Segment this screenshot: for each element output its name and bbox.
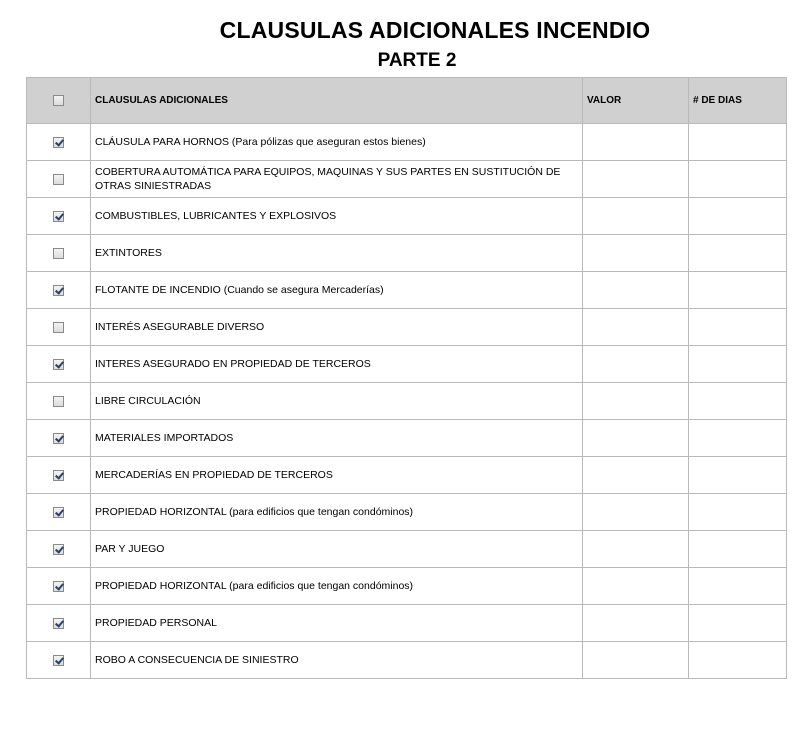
row-checkbox-cell xyxy=(26,308,91,346)
row-checkbox-cell xyxy=(26,567,91,605)
row-checkbox[interactable] xyxy=(53,617,64,629)
clause-label: MERCADERÍAS EN PROPIEDAD DE TERCEROS xyxy=(90,456,583,494)
clause-label: CLÁUSULA PARA HORNOS (Para pólizas que a… xyxy=(90,123,583,161)
valor-cell[interactable] xyxy=(582,234,689,272)
table-row: ROBO A CONSECUENCIA DE SINIESTRO xyxy=(26,641,787,679)
valor-cell[interactable] xyxy=(582,530,689,568)
table-row: EXTINTORES xyxy=(26,234,787,272)
row-checkbox[interactable] xyxy=(53,358,64,370)
table-row: INTERES ASEGURADO EN PROPIEDAD DE TERCER… xyxy=(26,345,787,383)
header-clausulas: CLAUSULAS ADICIONALES xyxy=(90,77,583,124)
table-row: PAR Y JUEGO xyxy=(26,530,787,568)
dias-cell[interactable] xyxy=(688,234,787,272)
table-row: LIBRE CIRCULACIÓN xyxy=(26,382,787,420)
row-checkbox[interactable] xyxy=(53,580,64,592)
valor-cell[interactable] xyxy=(582,493,689,531)
table-row: PROPIEDAD HORIZONTAL (para edificios que… xyxy=(26,567,787,605)
clause-label: FLOTANTE DE INCENDIO (Cuando se asegura … xyxy=(90,271,583,309)
valor-cell[interactable] xyxy=(582,567,689,605)
row-checkbox[interactable] xyxy=(53,432,64,444)
valor-cell[interactable] xyxy=(582,123,689,161)
dias-cell[interactable] xyxy=(688,530,787,568)
row-checkbox-cell xyxy=(26,530,91,568)
row-checkbox-cell xyxy=(26,456,91,494)
row-checkbox-cell xyxy=(26,123,91,161)
valor-cell[interactable] xyxy=(582,604,689,642)
clauses-table: CLAUSULAS ADICIONALES VALOR # DE DIAS CL… xyxy=(26,77,787,679)
valor-cell[interactable] xyxy=(582,271,689,309)
table-row: FLOTANTE DE INCENDIO (Cuando se asegura … xyxy=(26,271,787,309)
clause-label: EXTINTORES xyxy=(90,234,583,272)
row-checkbox[interactable] xyxy=(53,136,64,148)
table-row: INTERÉS ASEGURABLE DIVERSO xyxy=(26,308,787,346)
row-checkbox[interactable] xyxy=(53,284,64,296)
valor-cell[interactable] xyxy=(582,197,689,235)
page-subtitle: PARTE 2 xyxy=(377,50,457,71)
table-row: CLÁUSULA PARA HORNOS (Para pólizas que a… xyxy=(26,123,787,161)
clause-label: PROPIEDAD PERSONAL xyxy=(90,604,583,642)
dias-cell[interactable] xyxy=(688,419,787,457)
clause-label: COMBUSTIBLES, LUBRICANTES Y EXPLOSIVOS xyxy=(90,197,583,235)
valor-cell[interactable] xyxy=(582,456,689,494)
header-valor: VALOR xyxy=(582,77,689,124)
table-row: MERCADERÍAS EN PROPIEDAD DE TERCEROS xyxy=(26,456,787,494)
clause-label: PROPIEDAD HORIZONTAL (para edificios que… xyxy=(90,567,583,605)
row-checkbox[interactable] xyxy=(53,247,64,259)
page-title: CLAUSULAS ADICIONALES INCENDIO xyxy=(219,17,651,43)
valor-cell[interactable] xyxy=(582,382,689,420)
row-checkbox[interactable] xyxy=(53,654,64,666)
row-checkbox-cell xyxy=(26,419,91,457)
clause-label: MATERIALES IMPORTADOS xyxy=(90,419,583,457)
row-checkbox-cell xyxy=(26,271,91,309)
clause-label: PAR Y JUEGO xyxy=(90,530,583,568)
header-checkbox-cell xyxy=(26,77,91,124)
row-checkbox[interactable] xyxy=(53,395,64,407)
valor-cell[interactable] xyxy=(582,345,689,383)
clause-label: COBERTURA AUTOMÁTICA PARA EQUIPOS, MAQUI… xyxy=(90,160,583,198)
table-header-row: CLAUSULAS ADICIONALES VALOR # DE DIAS xyxy=(26,77,787,124)
dias-cell[interactable] xyxy=(688,160,787,198)
clause-label: ROBO A CONSECUENCIA DE SINIESTRO xyxy=(90,641,583,679)
select-all-checkbox[interactable] xyxy=(53,94,64,106)
row-checkbox[interactable] xyxy=(53,506,64,518)
row-checkbox[interactable] xyxy=(53,210,64,222)
dias-cell[interactable] xyxy=(688,567,787,605)
table-row: PROPIEDAD HORIZONTAL (para edificios que… xyxy=(26,493,787,531)
dias-cell[interactable] xyxy=(688,493,787,531)
dias-cell[interactable] xyxy=(688,641,787,679)
header-dias: # DE DIAS xyxy=(688,77,787,124)
dias-cell[interactable] xyxy=(688,382,787,420)
row-checkbox-cell xyxy=(26,641,91,679)
dias-cell[interactable] xyxy=(688,345,787,383)
row-checkbox[interactable] xyxy=(53,543,64,555)
row-checkbox-cell xyxy=(26,197,91,235)
table-row: COBERTURA AUTOMÁTICA PARA EQUIPOS, MAQUI… xyxy=(26,160,787,198)
dias-cell[interactable] xyxy=(688,456,787,494)
dias-cell[interactable] xyxy=(688,604,787,642)
row-checkbox-cell xyxy=(26,493,91,531)
table-row: COMBUSTIBLES, LUBRICANTES Y EXPLOSIVOS xyxy=(26,197,787,235)
row-checkbox-cell xyxy=(26,345,91,383)
table-row: MATERIALES IMPORTADOS xyxy=(26,419,787,457)
valor-cell[interactable] xyxy=(582,160,689,198)
clause-label: LIBRE CIRCULACIÓN xyxy=(90,382,583,420)
row-checkbox-cell xyxy=(26,234,91,272)
row-checkbox[interactable] xyxy=(53,173,64,185)
clause-label: PROPIEDAD HORIZONTAL (para edificios que… xyxy=(90,493,583,531)
valor-cell[interactable] xyxy=(582,641,689,679)
dias-cell[interactable] xyxy=(688,123,787,161)
row-checkbox[interactable] xyxy=(53,321,64,333)
dias-cell[interactable] xyxy=(688,197,787,235)
row-checkbox-cell xyxy=(26,160,91,198)
valor-cell[interactable] xyxy=(582,308,689,346)
clause-label: INTERES ASEGURADO EN PROPIEDAD DE TERCER… xyxy=(90,345,583,383)
row-checkbox[interactable] xyxy=(53,469,64,481)
clause-label: INTERÉS ASEGURABLE DIVERSO xyxy=(90,308,583,346)
table-row: PROPIEDAD PERSONAL xyxy=(26,604,787,642)
valor-cell[interactable] xyxy=(582,419,689,457)
dias-cell[interactable] xyxy=(688,271,787,309)
dias-cell[interactable] xyxy=(688,308,787,346)
row-checkbox-cell xyxy=(26,382,91,420)
row-checkbox-cell xyxy=(26,604,91,642)
